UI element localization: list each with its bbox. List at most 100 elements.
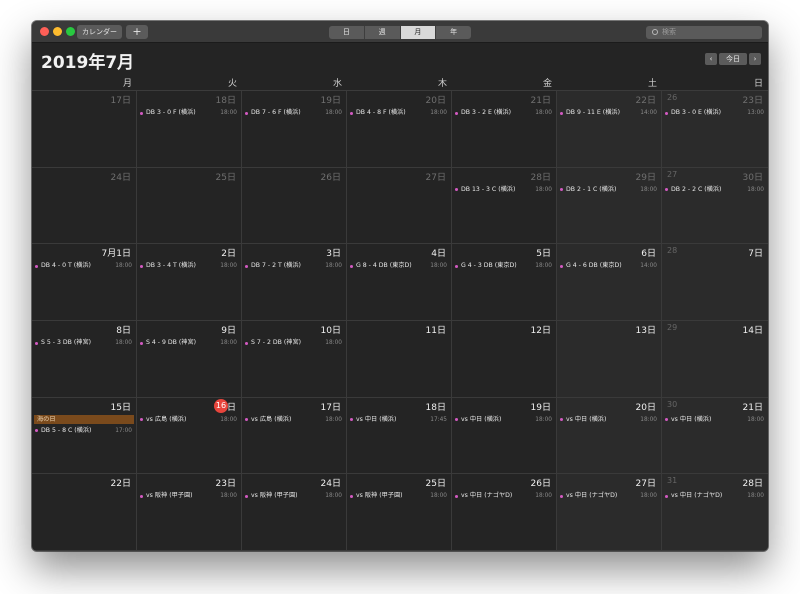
calendar-event[interactable]: DB 4 - 8 F (横浜) 18:00 (349, 108, 447, 118)
day-cell[interactable]: 25日 vs 阪神 (甲子園) 18:00 (347, 474, 452, 551)
tab-day[interactable]: 日 (329, 26, 365, 39)
calendar-event[interactable]: vs 中日 (横浜) 18:00 (454, 415, 552, 425)
day-cell[interactable]: 28 7日 (662, 244, 768, 321)
day-cell[interactable]: 27 30日 DB 2 - 2 C (横浜) 18:00 (662, 167, 768, 245)
event-time: 14:00 (640, 263, 657, 270)
day-cell[interactable]: 6日 G 4 - 6 DB (東京D) 14:00 (557, 244, 662, 321)
calendar-event[interactable]: DB 7 - 2 T (横浜) 18:00 (244, 261, 342, 271)
calendars-button[interactable]: カレンダー (77, 25, 122, 39)
calendar-event[interactable]: DB 7 - 6 F (横浜) 18:00 (244, 108, 342, 118)
day-cell[interactable]: 23日 vs 阪神 (甲子園) 18:00 (137, 474, 242, 551)
day-cell[interactable]: 25日 (137, 167, 242, 245)
calendar-event[interactable]: DB 3 - 2 E (横浜) 18:00 (454, 108, 552, 118)
day-cell[interactable]: 20日 DB 4 - 8 F (横浜) 18:00 (347, 91, 452, 168)
day-cell[interactable]: 29日 DB 2 - 1 C (横浜) 18:00 (557, 167, 662, 245)
calendar-event[interactable]: vs 阪神 (甲子園) 18:00 (349, 491, 447, 501)
search-input[interactable]: 検索 (646, 26, 762, 39)
day-number: 23日 (742, 96, 763, 106)
day-cell[interactable]: 9日 S 4 - 9 DB (神宮) 18:00 (137, 321, 242, 398)
tab-year[interactable]: 年 (436, 26, 471, 39)
event-title: vs 広島 (横浜) (146, 415, 187, 423)
calendar-event[interactable]: DB 2 - 1 C (横浜) 18:00 (559, 185, 657, 195)
day-cell[interactable]: 24日 (32, 167, 137, 245)
day-cell[interactable]: 2日 DB 3 - 4 T (横浜) 18:00 (137, 244, 242, 321)
calendar-event[interactable]: vs 広島 (横浜) 18:00 (244, 415, 342, 425)
day-cell[interactable]: 21日 DB 3 - 2 E (横浜) 18:00 (452, 91, 557, 168)
previous-month-button[interactable]: ‹ (705, 53, 717, 65)
calendar-event[interactable]: DB 5 - 8 C (横浜) 17:00 (34, 426, 132, 436)
day-cell[interactable]: 10日 S 7 - 2 DB (神宮) 18:00 (242, 321, 347, 398)
zoom-window-button[interactable] (66, 27, 75, 36)
calendar-event[interactable]: S 7 - 2 DB (神宮) 18:00 (244, 338, 342, 348)
event-time: 18:00 (535, 110, 552, 116)
day-cell[interactable]: 19日 DB 7 - 6 F (横浜) 18:00 (242, 91, 347, 168)
day-cell[interactable]: 27日 (347, 167, 452, 245)
tab-month[interactable]: 月 (400, 26, 437, 39)
day-cell[interactable]: 8日 S 5 - 3 DB (神宮) 18:00 (32, 321, 137, 398)
day-cell[interactable]: 17日 (32, 91, 137, 168)
calendar-event[interactable]: DB 3 - 4 T (横浜) 18:00 (139, 261, 237, 271)
tab-week[interactable]: 週 (365, 26, 401, 39)
calendar-event[interactable]: vs 中日 (横浜) 17:45 (349, 415, 447, 425)
event-title: vs 阪神 (甲子園) (356, 492, 403, 500)
day-cell[interactable]: 22日 (32, 474, 137, 551)
calendar-event[interactable]: G 8 - 4 DB (東京D) 18:00 (349, 261, 447, 271)
day-cell[interactable]: 31 28日 vs 中日 (ナゴヤD) 18:00 (662, 474, 768, 551)
day-number: 26日 (320, 172, 341, 183)
day-cell[interactable]: 26 23日 DB 3 - 0 E (横浜) 13:00 (662, 91, 768, 168)
calendar-event[interactable]: DB 3 - 0 F (横浜) 18:00 (139, 108, 237, 118)
event-title: DB 3 - 0 F (横浜) (146, 109, 196, 116)
calendar-event[interactable]: vs 中日 (ナゴヤD) 18:00 (664, 491, 764, 501)
day-cell[interactable]: 24日 vs 阪神 (甲子園) 18:00 (242, 474, 347, 551)
today-button[interactable]: 今日 (719, 53, 747, 65)
calendar-event[interactable]: DB 4 - 0 T (横浜) 18:00 (34, 261, 132, 271)
calendar-event[interactable]: DB 9 - 11 E (横浜) 14:00 (559, 108, 657, 118)
day-cell[interactable]: 18日 vs 中日 (横浜) 17:45 (347, 397, 452, 475)
day-cell[interactable]: 11日 (347, 321, 452, 398)
day-cell[interactable]: 7月1日 DB 4 - 0 T (横浜) 18:00 (32, 244, 137, 321)
day-cell[interactable]: 12日 (452, 321, 557, 398)
close-window-button[interactable] (40, 27, 49, 36)
calendar-event[interactable]: DB 2 - 2 C (横浜) 18:00 (664, 185, 764, 195)
day-cell[interactable]: 20日 vs 中日 (横浜) 18:00 (557, 397, 662, 475)
calendar-event[interactable]: vs 中日 (ナゴヤD) 18:00 (559, 491, 657, 501)
minimize-window-button[interactable] (53, 27, 62, 36)
event-color-dot (140, 341, 143, 345)
day-cell[interactable]: 22日 DB 9 - 11 E (横浜) 14:00 (557, 91, 662, 168)
calendar-event[interactable]: S 5 - 3 DB (神宮) 18:00 (34, 338, 132, 348)
event-color-dot (665, 111, 668, 115)
day-cell[interactable]: 17日 vs 広島 (横浜) 18:00 (242, 397, 347, 475)
calendar-event[interactable]: vs 中日 (ナゴヤD) 18:00 (454, 491, 552, 501)
day-cell[interactable]: 3日 DB 7 - 2 T (横浜) 18:00 (242, 244, 347, 321)
calendar-event[interactable]: DB 13 - 3 C (横浜) 18:00 (454, 185, 552, 195)
next-month-button[interactable]: › (749, 53, 761, 65)
week-number: 26 (667, 93, 678, 102)
day-cell[interactable]: 26日 vs 中日 (ナゴヤD) 18:00 (452, 474, 557, 551)
calendar-event[interactable]: vs 中日 (横浜) 18:00 (559, 415, 657, 425)
calendar-event[interactable]: vs 広島 (横浜) 18:00 (139, 415, 237, 425)
add-event-button[interactable]: + (126, 25, 148, 39)
calendar-event[interactable]: S 4 - 9 DB (神宮) 18:00 (139, 338, 237, 348)
calendar-event[interactable]: vs 阪神 (甲子園) 18:00 (139, 491, 237, 501)
calendar-event[interactable]: vs 阪神 (甲子園) 18:00 (244, 491, 342, 501)
event-time: 18:00 (220, 340, 237, 346)
day-cell[interactable]: 15日 海の日 DB 5 - 8 C (横浜) 17:00 (32, 397, 137, 475)
calendar-event[interactable]: DB 3 - 0 E (横浜) 13:00 (664, 108, 764, 118)
holiday-banner[interactable]: 海の日 (34, 414, 134, 424)
calendar-event[interactable]: G 4 - 6 DB (東京D) 14:00 (559, 261, 657, 271)
day-cell[interactable]: 27日 vs 中日 (ナゴヤD) 18:00 (557, 474, 662, 551)
day-cell[interactable]: 29 14日 (662, 321, 768, 398)
calendar-event[interactable]: G 4 - 3 DB (東京D) 18:00 (454, 261, 552, 271)
calendar-event[interactable]: vs 中日 (横浜) 18:00 (664, 415, 764, 425)
day-cell[interactable]: 28日 DB 13 - 3 C (横浜) 18:00 (452, 167, 557, 245)
day-number: 12日 (530, 326, 551, 336)
day-cell[interactable]: 4日 G 8 - 4 DB (東京D) 18:00 (347, 244, 452, 321)
day-cell[interactable]: 19日 vs 中日 (横浜) 18:00 (452, 397, 557, 475)
day-cell[interactable]: 16 日 vs 広島 (横浜) 18:00 (137, 397, 242, 475)
day-cell[interactable]: 5日 G 4 - 3 DB (東京D) 18:00 (452, 244, 557, 321)
day-cell[interactable]: 30 21日 vs 中日 (横浜) 18:00 (662, 397, 768, 475)
day-cell[interactable]: 13日 (557, 321, 662, 398)
event-title: vs 中日 (ナゴヤD) (671, 492, 723, 500)
day-cell[interactable]: 26日 (242, 167, 347, 245)
day-cell[interactable]: 18日 DB 3 - 0 F (横浜) 18:00 (137, 91, 242, 168)
